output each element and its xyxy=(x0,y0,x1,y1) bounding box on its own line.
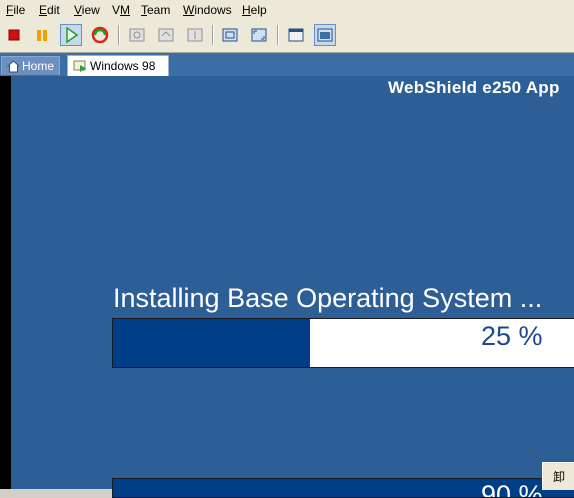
play-icon[interactable] xyxy=(60,24,82,46)
tab-vm-label: Windows 98 xyxy=(90,59,156,73)
home-icon xyxy=(7,59,19,72)
tray-button-label: 卸 xyxy=(552,470,565,484)
console-view-icon[interactable] xyxy=(314,24,336,46)
toolbar-separator xyxy=(212,25,214,45)
revert-snapshot-icon[interactable] xyxy=(155,24,177,46)
snapshot-manager-icon[interactable] xyxy=(184,24,206,46)
secondary-progress-label: 90 % xyxy=(481,480,543,498)
tab-bar: Home Windows 98 xyxy=(0,53,574,76)
menu-help[interactable]: Help xyxy=(242,3,267,17)
stop-icon[interactable] xyxy=(3,24,25,46)
tray-button[interactable]: 卸 xyxy=(542,462,574,490)
tab-home[interactable]: Home xyxy=(1,56,60,75)
fit-guest-icon[interactable] xyxy=(219,24,241,46)
install-status-text: Installing Base Operating System ... xyxy=(113,283,543,313)
full-screen-icon[interactable] xyxy=(248,24,270,46)
menu-bar: File Edit View VM Team Windows Help xyxy=(0,0,574,20)
menu-file[interactable]: File xyxy=(6,3,25,17)
tab-home-label: Home xyxy=(21,59,54,73)
install-progress-fill xyxy=(113,319,310,367)
vm-icon xyxy=(73,60,86,72)
tab-windows-98[interactable]: Windows 98 xyxy=(67,55,169,76)
menu-edit[interactable]: Edit xyxy=(39,3,60,17)
secondary-progress-bar: 90 % xyxy=(112,478,574,498)
pause-icon[interactable] xyxy=(31,24,53,46)
snapshot-icon[interactable] xyxy=(126,24,148,46)
menu-windows[interactable]: Windows xyxy=(183,3,232,17)
guest-screen-border xyxy=(0,76,11,489)
reset-icon[interactable] xyxy=(89,24,111,46)
toolbar xyxy=(0,20,574,53)
toolbar-separator xyxy=(277,25,279,45)
menu-team[interactable]: Team xyxy=(141,3,170,17)
install-progress-label: 25 % xyxy=(481,321,543,351)
toolbar-separator xyxy=(118,25,120,45)
menu-vm[interactable]: VM xyxy=(112,3,130,17)
guest-app-title: WebShield e250 App xyxy=(388,78,560,97)
install-progress-bar: 25 % xyxy=(112,318,574,368)
menu-view[interactable]: View xyxy=(74,3,100,17)
summary-view-icon[interactable] xyxy=(285,24,307,46)
